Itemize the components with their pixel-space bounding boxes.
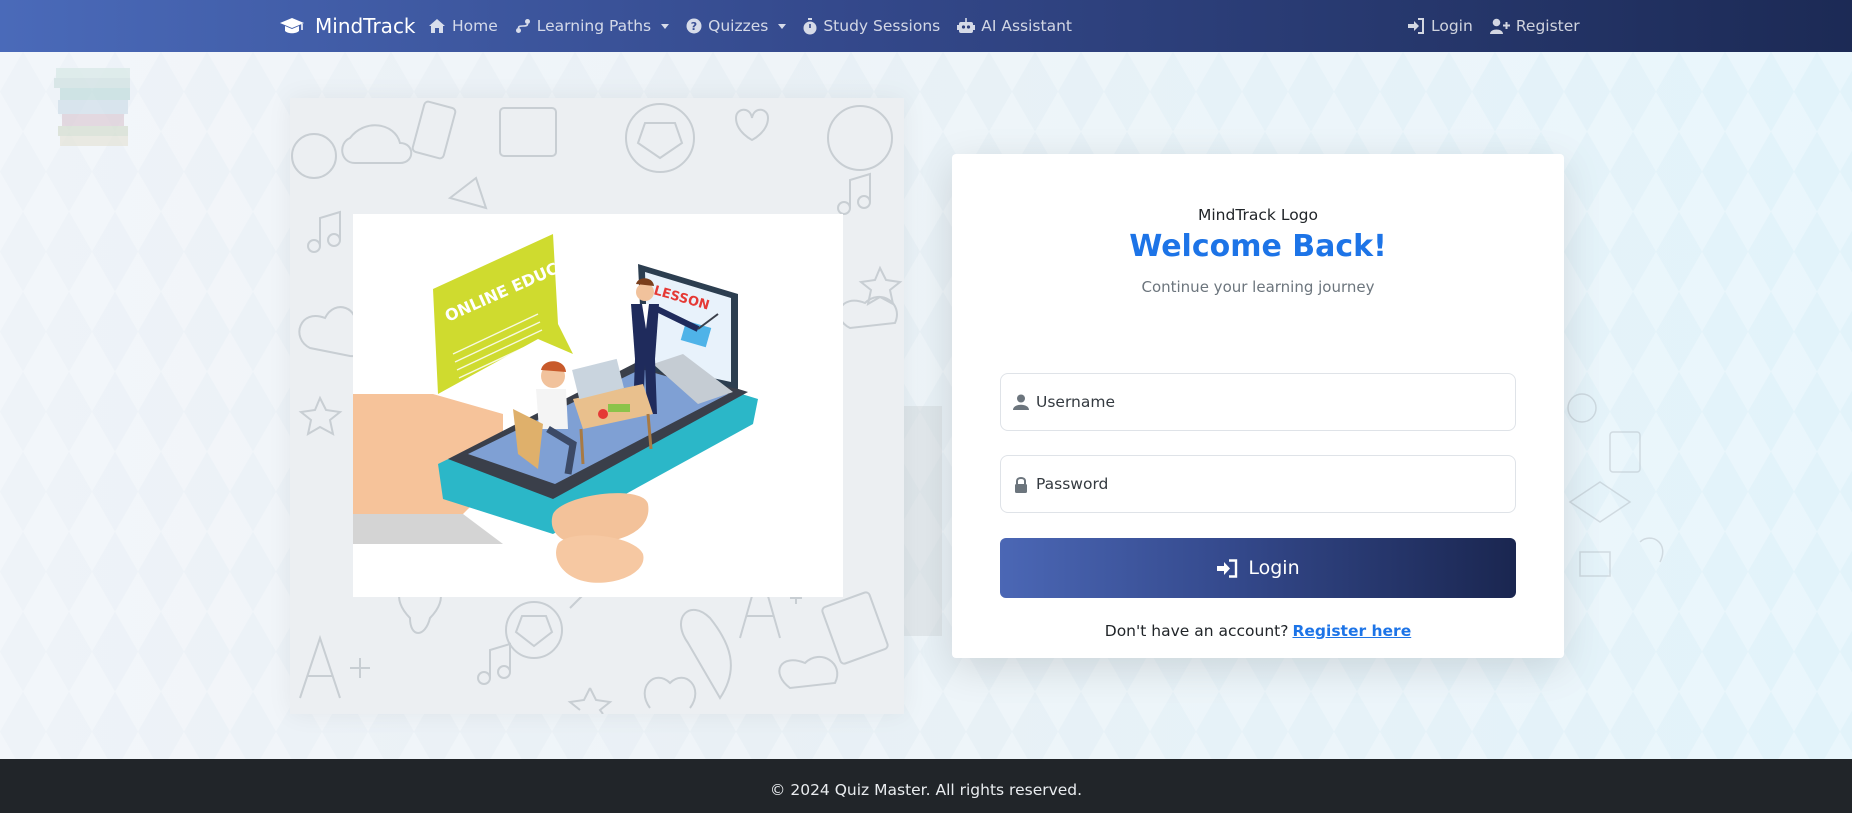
illustration-frame: ONLINE EDUCATION LESSON	[290, 98, 904, 714]
sign-in-icon	[1216, 558, 1238, 578]
footer-copyright: © 2024 Quiz Master. All rights reserved.	[769, 781, 1083, 799]
page-subtitle: Continue your learning journey	[1141, 278, 1375, 296]
nav-login-label: Login	[1431, 17, 1473, 35]
route-icon	[515, 18, 531, 34]
footer: © 2024 Quiz Master. All rights reserved.	[0, 759, 1852, 813]
nav-quizzes[interactable]: ? Quizzes	[686, 17, 787, 35]
login-button-label: Login	[1248, 557, 1300, 579]
login-button[interactable]: Login	[1000, 538, 1516, 598]
nav-register-label: Register	[1515, 17, 1580, 35]
nav-ai-assistant[interactable]: AI Assistant	[957, 17, 1072, 35]
brand-name: MindTrack	[315, 14, 416, 38]
nav-register[interactable]: Register	[1489, 17, 1580, 35]
password-input[interactable]	[1036, 475, 1496, 493]
username-field[interactable]	[1000, 373, 1516, 431]
nav-login[interactable]: Login	[1407, 17, 1473, 35]
nav-home[interactable]: Home	[428, 17, 498, 35]
user-icon	[1013, 394, 1029, 410]
login-card: MindTrack Logo Welcome Back! Continue yo…	[952, 154, 1564, 658]
nav-ai-assistant-label: AI Assistant	[981, 17, 1072, 35]
signup-prompt: Don't have an account? Register here	[952, 622, 1564, 640]
lock-icon	[1013, 476, 1029, 493]
nav-home-label: Home	[452, 17, 498, 35]
nav-study-sessions-label: Study Sessions	[823, 17, 941, 35]
online-education-illustration: ONLINE EDUCATION LESSON	[353, 214, 843, 597]
brand-link[interactable]: MindTrack	[279, 0, 416, 52]
books-decoration	[52, 60, 132, 164]
nav-study-sessions[interactable]: Study Sessions	[803, 17, 940, 35]
robot-icon	[957, 18, 976, 34]
main-content: ONLINE EDUCATION LESSON MindTrack Logo W…	[0, 52, 1852, 759]
logo-alt-text: MindTrack Logo	[1198, 206, 1318, 224]
chevron-down-icon	[661, 23, 670, 29]
graduation-cap-icon	[279, 16, 305, 36]
question-circle-icon: ?	[686, 18, 702, 34]
username-input[interactable]	[1036, 393, 1496, 411]
chevron-down-icon	[778, 23, 787, 29]
user-plus-icon	[1489, 18, 1510, 34]
stopwatch-icon	[803, 17, 817, 35]
register-link[interactable]: Register here	[1292, 622, 1411, 640]
page-title: Welcome Back!	[1129, 229, 1387, 264]
password-field[interactable]	[1000, 455, 1516, 513]
svg-text:?: ?	[691, 20, 697, 33]
home-icon	[428, 18, 446, 34]
sign-in-icon	[1407, 18, 1425, 34]
background-doodles-icon	[1560, 392, 1680, 596]
top-navbar: MindTrack Home Learning Paths ? Quizzes	[0, 0, 1852, 52]
nav-learning-paths[interactable]: Learning Paths	[515, 17, 670, 35]
nav-quizzes-label: Quizzes	[708, 17, 769, 35]
signup-prompt-text: Don't have an account?	[1104, 622, 1289, 640]
nav-learning-paths-label: Learning Paths	[536, 17, 652, 35]
